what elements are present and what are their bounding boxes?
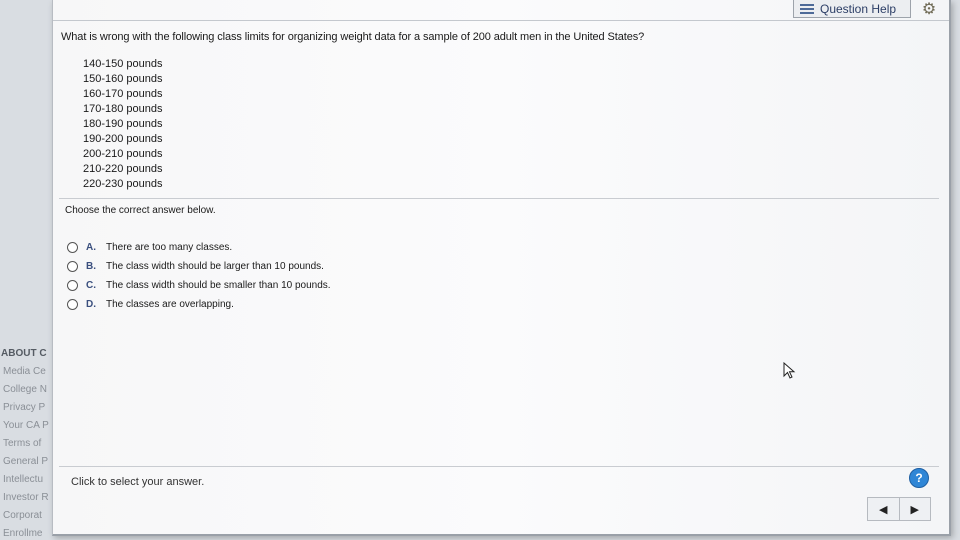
mouse-cursor-icon (783, 362, 796, 379)
question-dialog: Question Help ⚙ What is wrong with the f… (52, 0, 951, 536)
instruction-text: Choose the correct answer below. (65, 205, 216, 216)
radio-button[interactable] (67, 299, 78, 310)
question-help-button[interactable]: Question Help (793, 0, 911, 18)
footer-link[interactable]: Terms of (3, 438, 53, 449)
class-limit-item: 190-200 pounds (83, 133, 163, 145)
class-limit-item: 150-160 pounds (83, 73, 163, 85)
answer-options: A. There are too many classes. B. The cl… (67, 238, 331, 314)
radio-button[interactable] (67, 261, 78, 272)
class-limit-item: 170-180 pounds (83, 103, 163, 115)
footer-link[interactable]: Corporat (3, 510, 53, 521)
footer-link[interactable]: Your CA P (3, 420, 53, 431)
footer-link[interactable]: College N (3, 384, 53, 395)
class-limit-item: 210-220 pounds (83, 163, 163, 175)
class-limit-item: 200-210 pounds (83, 148, 163, 160)
list-icon (800, 3, 814, 14)
option-text: The class width should be larger than 10… (106, 261, 324, 272)
help-button[interactable]: ? (909, 468, 929, 488)
option-letter: A. (86, 242, 96, 253)
status-text: Click to select your answer. (71, 476, 205, 488)
previous-button[interactable]: ◀ (868, 498, 899, 520)
option-text: The class width should be smaller than 1… (106, 280, 331, 291)
class-limit-item: 220-230 pounds (83, 178, 163, 190)
footer-link[interactable]: General P (3, 456, 53, 467)
footer-link[interactable]: Intellectu (3, 474, 53, 485)
footer-link[interactable]: Investor R (3, 492, 53, 503)
answer-option-b[interactable]: B. The class width should be larger than… (67, 257, 331, 276)
class-limit-item: 180-190 pounds (83, 118, 163, 130)
class-limit-item: 160-170 pounds (83, 88, 163, 100)
footer-link[interactable]: Privacy P (3, 402, 53, 413)
question-navigation: ◀ ▶ (867, 497, 931, 521)
option-text: There are too many classes. (106, 242, 233, 253)
radio-button[interactable] (67, 242, 78, 253)
option-letter: D. (86, 299, 96, 310)
question-help-label: Question Help (820, 1, 897, 16)
class-limit-item: 140-150 pounds (83, 58, 163, 70)
class-limits-list: 140-150 pounds 150-160 pounds 160-170 po… (83, 57, 163, 192)
footer-heading: ABOUT C (1, 348, 47, 359)
option-letter: C. (86, 280, 96, 291)
answer-option-d[interactable]: D. The classes are overlapping. (67, 295, 331, 314)
footer-link[interactable]: Enrollme (3, 528, 53, 539)
question-text: What is wrong with the following class l… (61, 31, 645, 43)
divider (59, 198, 939, 199)
option-text: The classes are overlapping. (106, 299, 234, 310)
answer-option-c[interactable]: C. The class width should be smaller tha… (67, 276, 331, 295)
answer-option-a[interactable]: A. There are too many classes. (67, 238, 331, 257)
option-letter: B. (86, 261, 96, 272)
footer-link[interactable]: Media Ce (3, 366, 53, 377)
next-button[interactable]: ▶ (898, 498, 931, 520)
gear-icon[interactable]: ⚙ (919, 0, 939, 18)
dialog-toolbar: Question Help ⚙ (53, 0, 949, 21)
radio-button[interactable] (67, 280, 78, 291)
divider (59, 466, 939, 467)
